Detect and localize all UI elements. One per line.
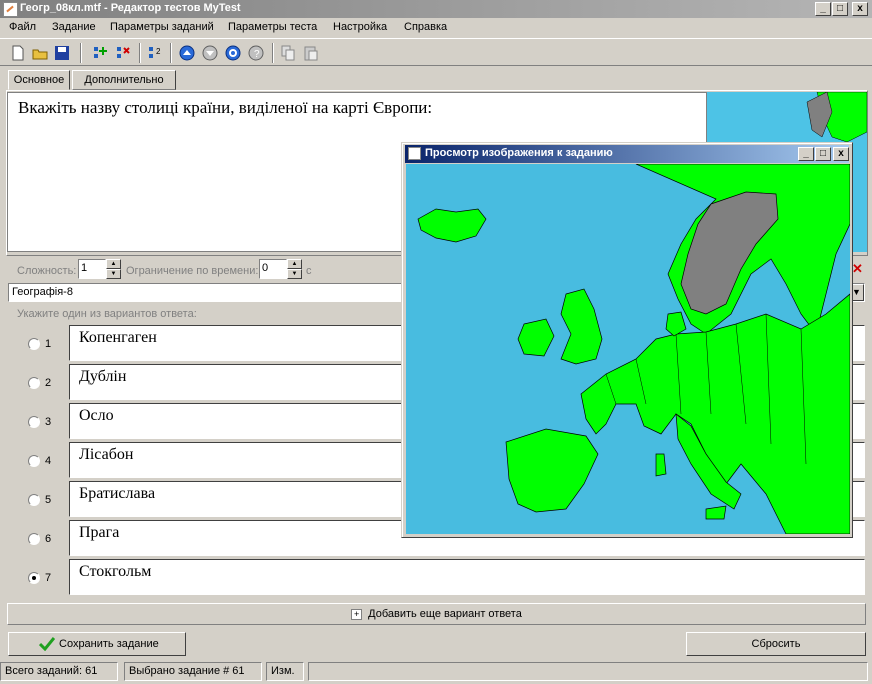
clear-close-icon[interactable]: ✕ bbox=[852, 261, 863, 277]
difficulty-down-button[interactable]: ▼ bbox=[106, 269, 121, 279]
answer-number: 6 bbox=[45, 533, 52, 545]
svg-text:?: ? bbox=[254, 49, 260, 60]
task-list-icon[interactable]: 2 bbox=[146, 44, 164, 62]
status-bar: Всего заданий: 61 Выбрано задание # 61 И… bbox=[0, 660, 872, 684]
answer-radio-6[interactable] bbox=[28, 533, 40, 545]
answer-radio-3[interactable] bbox=[28, 416, 40, 428]
save-task-button[interactable]: Сохранить задание bbox=[8, 632, 186, 656]
answer-text: Осло bbox=[79, 407, 114, 424]
add-answer-button[interactable]: + Добавить еще вариант ответа bbox=[7, 603, 866, 625]
difficulty-input[interactable]: 1 bbox=[78, 259, 106, 279]
app-icon bbox=[408, 147, 421, 160]
menu-settings[interactable]: Настройка bbox=[333, 21, 387, 33]
menu-task[interactable]: Задание bbox=[52, 21, 96, 33]
answer-radio-4[interactable] bbox=[28, 455, 40, 467]
close-button[interactable]: x bbox=[852, 2, 868, 16]
toolbar-separator bbox=[170, 43, 172, 63]
time-unit-label: с bbox=[306, 265, 312, 277]
difficulty-label: Сложность: bbox=[17, 265, 77, 277]
copy-icon[interactable] bbox=[279, 44, 297, 62]
answer-number: 5 bbox=[45, 494, 52, 506]
answer-text: Дублін bbox=[79, 368, 127, 385]
answer-number: 7 bbox=[45, 572, 52, 584]
toolbar-separator bbox=[272, 43, 274, 63]
answer-radio-7[interactable] bbox=[28, 572, 40, 584]
window-title: Геогр_08кл.mtf - Редактор тестов MyTest bbox=[20, 2, 241, 14]
preview-close-button[interactable]: x bbox=[833, 147, 849, 161]
window-title-bar[interactable]: Геогр_08кл.mtf - Редактор тестов MyTest … bbox=[0, 0, 872, 18]
status-empty bbox=[308, 662, 868, 681]
toolbar: 2 ? bbox=[0, 38, 872, 66]
move-down-icon[interactable] bbox=[201, 44, 219, 62]
plus-icon: + bbox=[351, 608, 363, 620]
answer-number: 1 bbox=[45, 338, 52, 350]
answer-text: Лісабон bbox=[79, 446, 134, 463]
info-icon[interactable]: ? bbox=[247, 44, 265, 62]
image-preview-window[interactable]: Просмотр изображения к заданию _ □ x bbox=[401, 142, 853, 538]
add-answer-label: Добавить еще вариант ответа bbox=[368, 608, 522, 620]
answer-radio-5[interactable] bbox=[28, 494, 40, 506]
menu-bar: Файл Задание Параметры заданий Параметры… bbox=[0, 18, 872, 38]
answer-radio-2[interactable] bbox=[28, 377, 40, 389]
menu-task-params[interactable]: Параметры заданий bbox=[110, 21, 214, 33]
europe-map bbox=[417, 164, 850, 534]
save-task-label: Сохранить задание bbox=[59, 638, 159, 650]
status-selected: Выбрано задание # 61 bbox=[124, 662, 262, 681]
app-icon bbox=[3, 2, 18, 17]
save-icon[interactable] bbox=[53, 44, 71, 62]
status-total: Всего заданий: 61 bbox=[0, 662, 118, 681]
menu-test-params[interactable]: Параметры теста bbox=[228, 21, 317, 33]
menu-file[interactable]: Файл bbox=[9, 21, 36, 33]
open-folder-icon[interactable] bbox=[31, 44, 49, 62]
answer-field-7[interactable]: Стокгольм bbox=[69, 559, 865, 595]
menu-help[interactable]: Справка bbox=[404, 21, 447, 33]
answer-text: Братислава bbox=[79, 485, 156, 502]
toolbar-separator bbox=[139, 43, 141, 63]
paste-icon[interactable] bbox=[302, 44, 320, 62]
time-limit-down-button[interactable]: ▼ bbox=[287, 269, 302, 279]
time-limit-label: Ограничение по времени: bbox=[126, 265, 259, 277]
difficulty-up-button[interactable]: ▲ bbox=[106, 259, 121, 269]
answers-hint: Укажите один из вариантов ответа: bbox=[17, 308, 197, 320]
image-preview-title-bar[interactable]: Просмотр изображения к заданию _ □ x bbox=[405, 145, 849, 163]
answer-text: Прага bbox=[79, 524, 120, 541]
svg-text:2: 2 bbox=[156, 47, 161, 56]
answer-number: 3 bbox=[45, 416, 52, 428]
maximize-button[interactable]: □ bbox=[832, 2, 848, 16]
answer-text: Копенгаген bbox=[79, 329, 157, 346]
answer-text: Стокгольм bbox=[79, 563, 152, 580]
answer-number: 4 bbox=[45, 455, 52, 467]
time-limit-input[interactable]: 0 bbox=[259, 259, 287, 279]
move-up-icon[interactable] bbox=[178, 44, 196, 62]
tab-additional[interactable]: Дополнительно bbox=[72, 70, 176, 90]
time-limit-up-button[interactable]: ▲ bbox=[287, 259, 302, 269]
new-file-icon[interactable] bbox=[9, 44, 27, 62]
status-modified: Изм. bbox=[266, 662, 304, 681]
reset-button[interactable]: Сбросить bbox=[686, 632, 866, 656]
checkmark-icon bbox=[39, 637, 55, 651]
tab-main[interactable]: Основное bbox=[8, 70, 70, 90]
delete-task-icon[interactable] bbox=[114, 44, 132, 62]
toolbar-separator bbox=[80, 43, 82, 63]
preview-maximize-button[interactable]: □ bbox=[815, 147, 831, 161]
minimize-button[interactable]: _ bbox=[815, 2, 831, 16]
answer-number: 2 bbox=[45, 377, 52, 389]
topic-value: Географія-8 bbox=[12, 286, 73, 298]
refresh-icon[interactable] bbox=[224, 44, 242, 62]
answer-radio-1[interactable] bbox=[28, 338, 40, 350]
image-preview-title: Просмотр изображения к заданию bbox=[425, 147, 613, 159]
question-text: Вкажіть назву столиці країни, виділеної … bbox=[18, 98, 433, 117]
preview-minimize-button[interactable]: _ bbox=[798, 147, 814, 161]
europe-map-image bbox=[406, 164, 850, 534]
add-task-icon[interactable] bbox=[91, 44, 109, 62]
